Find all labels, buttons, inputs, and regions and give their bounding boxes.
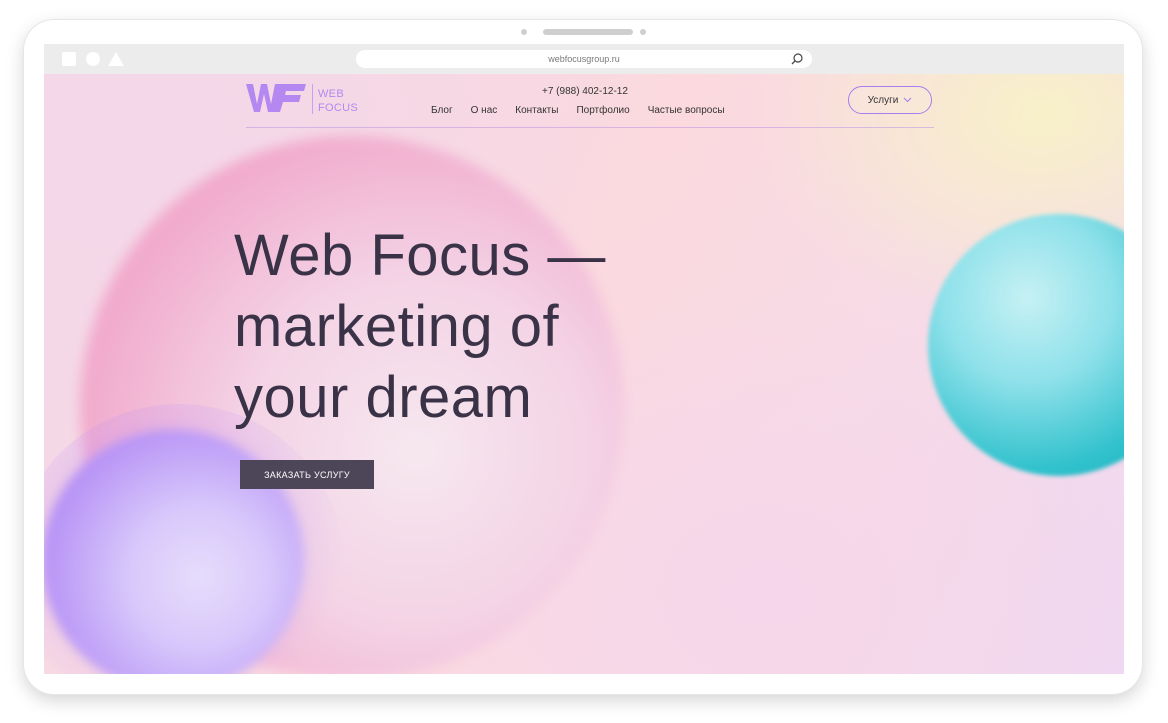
address-bar[interactable]: webfocusgroup.ru [356,50,812,68]
nav-item-contacts[interactable]: Контакты [515,105,558,116]
services-dropdown-button[interactable]: Услуги [848,86,932,114]
site-header: WEB FOCUS +7 (988) 402-12-12 Блог О нас … [246,74,934,128]
services-label: Услуги [867,94,899,106]
teal-sphere [928,214,1124,476]
chevron-down-icon [903,97,912,103]
hero-title: Web Focus — marketing of your dream [234,220,754,433]
nav-item-about[interactable]: О нас [471,105,498,116]
nav-item-portfolio[interactable]: Портфолио [576,105,629,116]
window-square-button[interactable] [62,52,76,66]
sensor-dot [640,29,646,35]
logo-divider [312,84,313,114]
window-triangle-button[interactable] [108,52,124,66]
page-viewport: WEB FOCUS +7 (988) 402-12-12 Блог О нас … [44,74,1124,674]
order-service-label: ЗАКАЗАТЬ УСЛУГУ [264,469,350,480]
logo-icon[interactable] [246,82,306,114]
hero-title-line: your dream [234,365,533,430]
nav-item-faq[interactable]: Частые вопросы [648,105,725,116]
logo-wordmark[interactable]: WEB FOCUS [318,87,358,115]
url-text: webfocusgroup.ru [548,54,620,64]
browser-toolbar: webfocusgroup.ru [44,44,1124,74]
nav-item-blog[interactable]: Блог [431,105,453,116]
logo-word-focus: FOCUS [318,102,358,114]
phone-link[interactable]: +7 (988) 402-12-12 [542,86,628,97]
speaker-slot [543,29,633,35]
hero-title-line: marketing of [234,294,560,359]
camera-dot [521,29,527,35]
main-nav: Блог О нас Контакты Портфолио Частые воп… [431,105,725,116]
search-icon[interactable] [790,52,804,66]
logo-word-web: WEB [318,88,344,100]
window-circle-button[interactable] [86,52,100,66]
hero-title-line: Web Focus — [234,223,606,288]
order-service-button[interactable]: ЗАКАЗАТЬ УСЛУГУ [240,460,374,489]
